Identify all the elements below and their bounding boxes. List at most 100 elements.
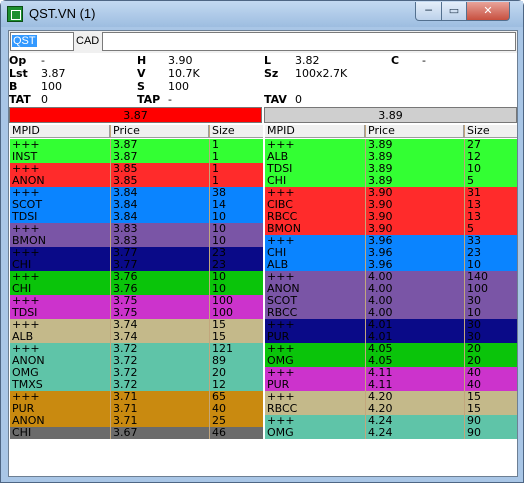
bid-row[interactable]: +++ 3.84 38 — [10, 187, 263, 199]
close-button[interactable]: ✕ — [466, 2, 510, 21]
ask-row[interactable]: +++ 3.96 33 — [265, 235, 517, 247]
ask-size-cell: 23 — [464, 247, 517, 259]
ask-row[interactable]: +++ 4.05 20 — [265, 343, 517, 355]
ask-row[interactable]: ALB 3.89 12 — [265, 151, 517, 163]
ask-size-cell: 10 — [464, 307, 517, 319]
maximize-button[interactable]: ▭ — [441, 2, 467, 21]
bid-price-cell: 3.85 — [110, 163, 209, 175]
bid-size-cell: 65 — [209, 391, 263, 403]
bid-row[interactable]: ANON 3.71 25 — [10, 415, 263, 427]
bid-row[interactable]: TDSI 3.84 10 — [10, 211, 263, 223]
bid-row[interactable]: +++ 3.76 10 — [10, 271, 263, 283]
ask-row[interactable]: +++ 4.11 40 — [265, 367, 517, 379]
ask-row[interactable]: ALB 3.96 10 — [265, 259, 517, 271]
bid-row[interactable]: +++ 3.71 65 — [10, 391, 263, 403]
bid-size-cell: 1 — [209, 151, 263, 163]
app-icon[interactable] — [7, 6, 23, 22]
ask-row[interactable]: TDSI 3.89 10 — [265, 163, 517, 175]
bid-size-column-header[interactable]: Size — [209, 125, 263, 137]
bid-row[interactable]: ANON 3.72 89 — [10, 355, 263, 367]
title-bar[interactable]: QST.VN (1) ─ ▭ ✕ — [1, 1, 523, 27]
ask-price-cell: 4.01 — [365, 331, 464, 343]
bid-price-cell: 3.84 — [110, 187, 209, 199]
bid-price-cell: 3.83 — [110, 223, 209, 235]
ask-price-cell: 3.90 — [365, 211, 464, 223]
bid-price-cell: 3.84 — [110, 199, 209, 211]
bid-row[interactable]: CHI 3.67 46 — [10, 427, 263, 439]
bid-row[interactable]: TMXS 3.72 12 — [10, 379, 263, 391]
bid-price-cell: 3.71 — [110, 403, 209, 415]
ask-row[interactable]: +++ 4.24 90 — [265, 415, 517, 427]
bid-row[interactable]: +++ 3.85 1 — [10, 163, 263, 175]
ask-mpid-cell: ALB — [267, 151, 289, 163]
bid-row[interactable]: +++ 3.74 15 — [10, 319, 263, 331]
bid-mpid-cell: +++ — [12, 295, 40, 307]
tat-label: TAT — [9, 93, 31, 106]
ask-row[interactable]: RBCC 4.20 15 — [265, 403, 517, 415]
volume-value: 10.7K — [168, 67, 200, 80]
close-price-label: C — [391, 54, 400, 67]
minimize-button[interactable]: ─ — [415, 2, 442, 21]
bid-mpid-cell: CHI — [12, 427, 32, 439]
ask-row[interactable]: +++ 3.90 31 — [265, 187, 517, 199]
bid-row[interactable]: +++ 3.83 10 — [10, 223, 263, 235]
bid-size-cell: 1 — [209, 139, 263, 151]
bid-mpid-cell: CHI — [12, 259, 32, 271]
ask-price-column-header[interactable]: Price — [365, 125, 464, 137]
open-value: - — [41, 54, 45, 67]
ask-mpid-column-header[interactable]: MPID — [265, 125, 365, 137]
bid-row[interactable]: INST 3.87 1 — [10, 151, 263, 163]
bid-row[interactable]: SCOT 3.84 14 — [10, 199, 263, 211]
ask-table-header: MPID Price Size — [265, 125, 517, 138]
ask-row[interactable]: RBCC 4.00 10 — [265, 307, 517, 319]
ask-row[interactable]: +++ 4.20 15 — [265, 391, 517, 403]
ask-size-cell: 140 — [464, 271, 517, 283]
ask-row[interactable]: CHI 3.89 5 — [265, 175, 517, 187]
ask-row[interactable]: PUR 4.11 40 — [265, 379, 517, 391]
ask-price-cell: 4.11 — [365, 367, 464, 379]
ask-row[interactable]: +++ 3.89 27 — [265, 139, 517, 151]
bid-row[interactable]: CHI 3.77 23 — [10, 259, 263, 271]
bid-price-cell: 3.77 — [110, 247, 209, 259]
ask-mpid-cell: ALB — [267, 259, 289, 271]
ask-row[interactable]: CHI 3.96 23 — [265, 247, 517, 259]
ask-row[interactable]: CIBC 3.90 13 — [265, 199, 517, 211]
symbol-input[interactable]: QST — [10, 32, 74, 51]
bid-book-table[interactable]: MPID Price Size +++ 3.87 1 INST 3.87 1 +++ 3.85… — [10, 125, 263, 476]
bid-mpid-cell: TMXS — [12, 379, 43, 391]
ask-row[interactable]: RBCC 3.90 13 — [265, 211, 517, 223]
ask-mpid-cell: RBCC — [267, 211, 298, 223]
ask-mpid-cell: ANON — [267, 283, 300, 295]
bid-size-cell: 23 — [209, 259, 263, 271]
ask-row[interactable]: OMG 4.24 90 — [265, 427, 517, 439]
bid-row[interactable]: +++ 3.77 23 — [10, 247, 263, 259]
bid-size-cell: 10 — [209, 271, 263, 283]
bid-row[interactable]: OMG 3.72 20 — [10, 367, 263, 379]
bid-size-cell: 38 — [209, 187, 263, 199]
ask-row[interactable]: +++ 4.00 140 — [265, 271, 517, 283]
bid-mpid-cell: PUR — [12, 403, 35, 415]
bid-row[interactable]: +++ 3.87 1 — [10, 139, 263, 151]
bid-row[interactable]: +++ 3.72 121 — [10, 343, 263, 355]
bid-row[interactable]: PUR 3.71 40 — [10, 403, 263, 415]
bid-row[interactable]: BMON 3.83 10 — [10, 235, 263, 247]
ask-row[interactable]: BMON 3.90 5 — [265, 223, 517, 235]
bid-row[interactable]: ALB 3.74 15 — [10, 331, 263, 343]
ask-book-table[interactable]: MPID Price Size +++ 3.89 27 ALB 3.89 12 TDSI 3.… — [265, 125, 517, 476]
bid-row[interactable]: CHI 3.76 10 — [10, 283, 263, 295]
ask-size-column-header[interactable]: Size — [464, 125, 517, 137]
bid-price-column-header[interactable]: Price — [110, 125, 209, 137]
ask-row[interactable]: OMG 4.05 20 — [265, 355, 517, 367]
ask-row[interactable]: ANON 4.00 100 — [265, 283, 517, 295]
bid-row[interactable]: +++ 3.75 100 — [10, 295, 263, 307]
bid-row[interactable]: ANON 3.85 1 — [10, 175, 263, 187]
secondary-input[interactable] — [102, 32, 516, 51]
ask-mpid-cell: CHI — [267, 247, 287, 259]
bid-row[interactable]: TDSI 3.75 100 — [10, 307, 263, 319]
ask-row[interactable]: PUR 4.01 30 — [265, 331, 517, 343]
bid-mpid-column-header[interactable]: MPID — [10, 125, 110, 137]
ask-row[interactable]: +++ 4.01 30 — [265, 319, 517, 331]
bid-price-cell: 3.71 — [110, 415, 209, 427]
ask-size-cell: 5 — [464, 223, 517, 235]
ask-row[interactable]: SCOT 4.00 30 — [265, 295, 517, 307]
